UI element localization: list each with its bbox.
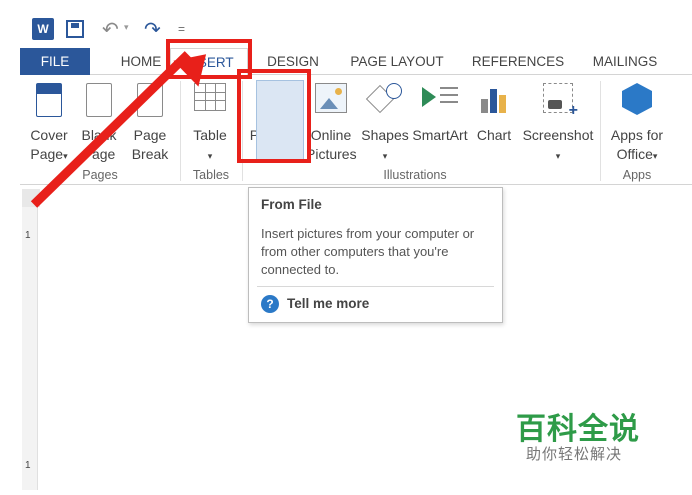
customize-quick-access-icon[interactable]: = xyxy=(178,18,185,40)
tooltip-divider xyxy=(257,286,494,287)
chart-icon xyxy=(479,83,509,113)
smartart-button[interactable]: SmartArt xyxy=(410,75,470,170)
ruler-mark: 1 xyxy=(25,230,31,241)
watermark-logo-text: 百科全说 xyxy=(516,412,640,447)
shapes-label: Shapes ▾ xyxy=(361,127,409,161)
table-label: Table ▾ xyxy=(193,127,227,161)
table-button[interactable]: Table ▾ xyxy=(186,75,234,170)
group-label-tables: Tables xyxy=(192,168,230,182)
watermark-slogan: 助你轻松解决 xyxy=(526,445,623,463)
group-separator xyxy=(180,81,181,181)
tooltip-title: From File xyxy=(261,197,322,212)
word-app-icon: W xyxy=(32,18,54,40)
tooltip-description: Insert pictures from your computer or fr… xyxy=(261,226,475,277)
apps-for-office-label: Apps for Office▾ xyxy=(610,127,664,162)
smartart-icon xyxy=(422,83,458,111)
cover-page-icon xyxy=(36,83,62,117)
vertical-ruler[interactable]: 1 1 xyxy=(22,190,38,490)
insert-ribbon: CoverPage▾ BlankPage PageBreak Pages Tab… xyxy=(20,75,692,185)
group-label-apps: Apps xyxy=(622,168,652,182)
ruler-mark: 1 xyxy=(25,460,31,471)
online-pictures-label: Online Pictures xyxy=(306,127,357,162)
screenshot-icon xyxy=(543,83,578,120)
group-label-illustrations: Illustrations xyxy=(383,168,447,182)
chart-label: Chart xyxy=(476,127,512,143)
tab-page-layout[interactable]: PAGE LAYOUT xyxy=(342,48,452,75)
table-icon xyxy=(194,83,226,111)
undo-dropdown-icon[interactable]: ▾ xyxy=(124,22,129,33)
online-pictures-button[interactable]: Online Pictures xyxy=(306,75,357,170)
tab-file[interactable]: FILE xyxy=(20,48,90,75)
smartart-label: SmartArt xyxy=(412,127,468,143)
undo-icon[interactable]: ↶ xyxy=(102,18,119,41)
pictures-annotation-box xyxy=(237,69,311,163)
cover-page-label: Cover Page▾ xyxy=(30,127,68,162)
shapes-icon xyxy=(368,83,402,113)
chart-button[interactable]: Chart xyxy=(472,75,516,170)
cover-page-button[interactable]: Cover Page▾ xyxy=(24,75,74,170)
shapes-button[interactable]: Shapes ▾ xyxy=(360,75,410,170)
tab-references[interactable]: REFERENCES xyxy=(468,48,568,75)
group-separator xyxy=(600,81,601,181)
tell-me-more-link[interactable]: Tell me more xyxy=(287,296,369,311)
redo-icon[interactable]: ↷ xyxy=(144,18,161,41)
online-pictures-icon xyxy=(315,83,347,113)
blank-page-icon xyxy=(86,83,112,117)
screenshot-frame: W ↶ ▾ ↷ = FILE HOME INSERT DESIGN PAGE L… xyxy=(0,0,692,495)
pictures-tooltip: From File Insert pictures from your comp… xyxy=(248,187,503,323)
page-break-label: Page Break xyxy=(131,127,169,162)
save-icon[interactable] xyxy=(66,20,84,38)
group-label-pages: Pages xyxy=(82,168,118,182)
tab-mailings[interactable]: MAILINGS xyxy=(584,48,666,75)
ribbon-tabs: FILE HOME INSERT DESIGN PAGE LAYOUT REFE… xyxy=(20,48,692,76)
help-icon[interactable]: ? xyxy=(261,295,279,313)
screenshot-label: Screenshot ▾ xyxy=(522,127,594,161)
watermark: 百科全说 助你轻松解决 xyxy=(496,392,666,474)
screenshot-button[interactable]: Screenshot▾ xyxy=(520,75,596,170)
apps-for-office-button[interactable]: Apps for Office▾ xyxy=(606,75,668,170)
title-bar: W ↶ ▾ ↷ = xyxy=(20,12,692,48)
apps-for-office-icon xyxy=(622,83,652,115)
